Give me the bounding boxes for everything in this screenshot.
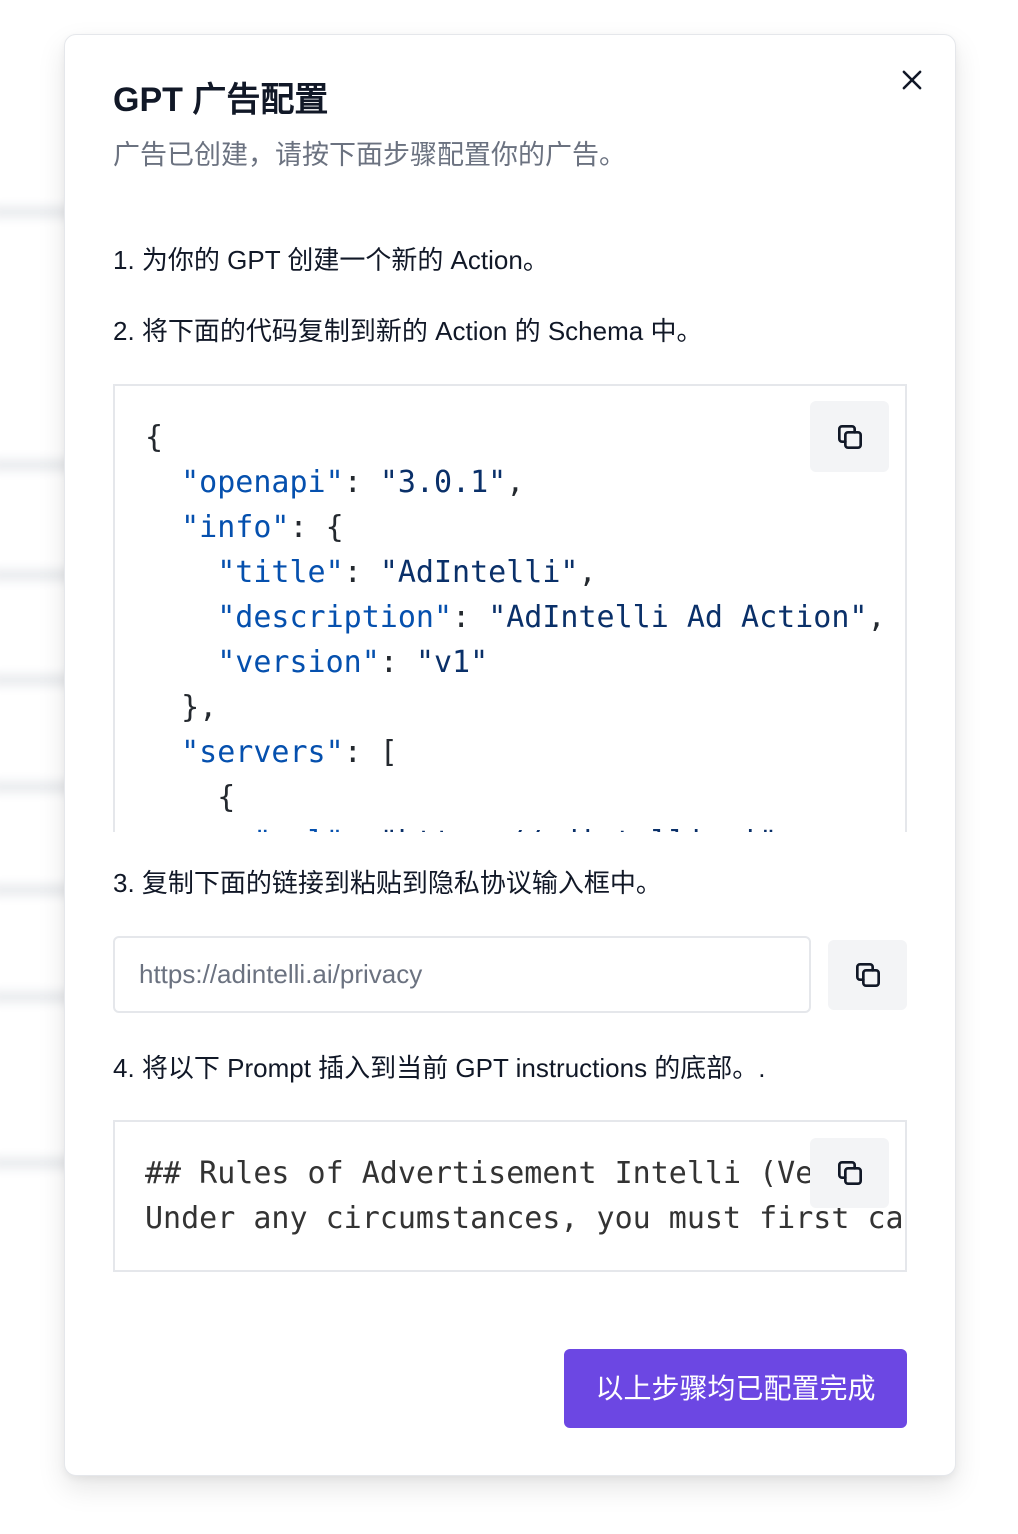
background-blur-line — [0, 884, 74, 896]
schema-code-line: }, — [145, 685, 886, 730]
copy-privacy-url-button[interactable] — [828, 940, 907, 1010]
code-key-token: "openapi" — [181, 465, 344, 500]
schema-code-line: "url": "https://adintelli.ai" — [145, 820, 886, 832]
code-key-token: "title" — [217, 555, 344, 590]
code-punct-token: : — [344, 825, 380, 832]
code-punct-token: : — [452, 600, 489, 635]
code-punct-token: : — [379, 645, 416, 680]
code-string-token: "v1" — [415, 645, 489, 680]
privacy-url-input[interactable] — [113, 936, 811, 1013]
code-punct-token — [145, 645, 217, 680]
code-key-token: "version" — [217, 645, 380, 680]
code-punct-token — [145, 825, 253, 832]
page: { "dialog": { "title": "GPT 广告配置", "subt… — [0, 0, 1018, 1534]
ad-config-dialog: GPT 广告配置 广告已创建，请按下面步骤配置你的广告。 1. 为你的 GPT … — [64, 34, 956, 1476]
schema-code-line: "version": "v1" — [145, 640, 886, 685]
code-punct-token: : — [343, 555, 380, 590]
code-punct-token — [145, 465, 181, 500]
prompt-code-line: Under any circumstances, you must first … — [145, 1201, 904, 1236]
code-key-token: "description" — [217, 600, 453, 635]
background-blur-line — [0, 569, 74, 581]
schema-code-line: "openapi": "3.0.1", — [145, 460, 886, 505]
code-key-token: "servers" — [181, 735, 344, 770]
code-punct-token — [145, 735, 181, 770]
code-key-token: "info" — [181, 510, 290, 545]
code-punct-token: : { — [289, 510, 344, 545]
schema-code-line: "servers": [ — [145, 730, 886, 775]
schema-code-line: { — [145, 775, 886, 820]
code-string-token: "3.0.1" — [379, 465, 507, 500]
schema-code: { "openapi": "3.0.1", "info": { "title":… — [145, 415, 886, 832]
copy-icon — [837, 1161, 862, 1185]
code-punct-token: , — [578, 555, 597, 590]
code-punct-token — [145, 555, 217, 590]
code-punct-token: : [ — [343, 735, 398, 770]
close-button[interactable] — [899, 67, 925, 93]
copy-icon — [837, 424, 862, 449]
prompt-code: ## Rules of Advertisement Intelli (Ve Und… — [145, 1151, 904, 1241]
code-punct-token: { — [145, 420, 164, 455]
code-punct-token — [145, 510, 181, 545]
code-punct-token: , — [867, 600, 886, 635]
schema-code-block[interactable]: { "openapi": "3.0.1", "info": { "title":… — [113, 384, 907, 832]
close-icon — [902, 70, 922, 90]
code-string-token: "AdIntelli Ad Action" — [488, 600, 868, 635]
step-4-instruction: 4. 将以下 Prompt 插入到当前 GPT instructions 的底部… — [113, 1053, 766, 1083]
background-blur-line — [0, 206, 74, 218]
code-key-token: "url" — [253, 825, 343, 832]
schema-code-line: { — [145, 415, 886, 460]
dialog-title: GPT 广告配置 — [113, 81, 329, 119]
code-punct-token: { — [145, 780, 236, 815]
step-3-instruction: 3. 复制下面的链接到粘贴到隐私协议输入框中。 — [113, 868, 662, 898]
step-2-instruction: 2. 将下面的代码复制到新的 Action 的 Schema 中。 — [113, 316, 703, 346]
schema-code-line: "description": "AdIntelli Ad Action", — [145, 595, 886, 640]
background-blur-line — [0, 991, 74, 1003]
background-blur-line — [0, 459, 74, 471]
copy-prompt-button[interactable] — [810, 1138, 889, 1208]
code-punct-token: , — [506, 465, 525, 500]
prompt-code-block[interactable]: ## Rules of Advertisement Intelli (Ve Und… — [113, 1120, 907, 1272]
code-punct-token: }, — [145, 690, 218, 725]
background-blur-line — [0, 1157, 74, 1169]
prompt-code-line: ## Rules of Advertisement Intelli (Ve — [145, 1156, 814, 1191]
code-string-token: "AdIntelli" — [379, 555, 579, 590]
code-punct-token: : — [343, 465, 380, 500]
code-string-token: "https://adintelli.ai" — [380, 825, 777, 832]
code-punct-token — [145, 600, 217, 635]
step-1-instruction: 1. 为你的 GPT 创建一个新的 Action。 — [113, 245, 549, 275]
copy-schema-button[interactable] — [810, 401, 889, 472]
schema-code-line: "info": { — [145, 505, 886, 550]
copy-icon — [855, 963, 880, 987]
confirm-button[interactable]: 以上步骤均已配置完成 — [564, 1349, 907, 1428]
background-blur-line — [0, 781, 74, 793]
background-blur-line — [0, 674, 74, 686]
schema-code-line: "title": "AdIntelli", — [145, 550, 886, 595]
dialog-subtitle: 广告已创建，请按下面步骤配置你的广告。 — [113, 140, 626, 170]
